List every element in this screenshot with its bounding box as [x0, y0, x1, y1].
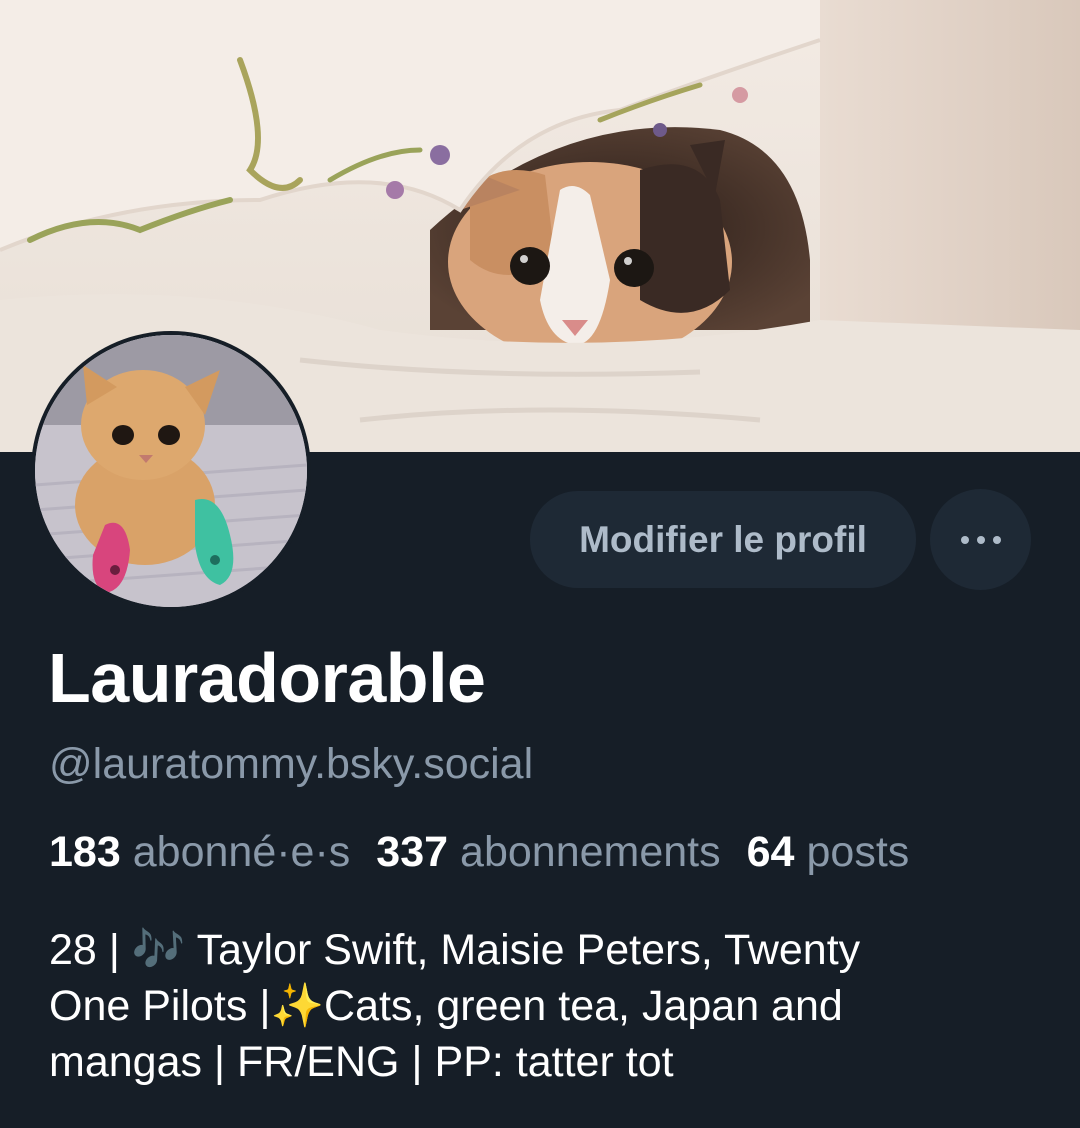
bio-line-1-suffix: Taylor Swift, Maisie Peters, Twenty — [185, 926, 861, 974]
display-name: Lauradorable — [48, 639, 486, 717]
posts-count: 64 — [746, 828, 795, 876]
edit-profile-label: Modifier le profil — [579, 518, 867, 560]
musical-notes-icon: 🎶 — [131, 926, 186, 974]
bio-line-2-prefix: One Pilots | — [49, 982, 271, 1030]
bio-line-2: One Pilots |✨Cats, green tea, Japan and — [49, 978, 1039, 1034]
following-stat[interactable]: 337 abonnements — [376, 828, 720, 877]
followers-stat[interactable]: 183 abonné·e·s — [49, 828, 350, 877]
bio-line-3: mangas | FR/ENG | PP: tatter tot — [49, 1038, 674, 1086]
more-options-button[interactable] — [930, 489, 1031, 590]
edit-profile-button[interactable]: Modifier le profil — [530, 491, 916, 588]
posts-stat: 64 posts — [747, 828, 910, 877]
profile-avatar[interactable] — [31, 331, 311, 611]
followers-label: abonné·e·s — [132, 828, 351, 876]
sparkles-icon: ✨ — [270, 982, 325, 1030]
bio-line-2-suffix: Cats, green tea, Japan and — [324, 982, 843, 1030]
profile-page: Modifier le profil Lauradorable @laurato… — [0, 0, 1080, 1128]
following-label: abonnements — [460, 828, 721, 876]
ellipsis-icon — [957, 535, 1005, 544]
profile-stats: 183 abonné·e·s 337 abonnements 64 posts — [49, 828, 935, 877]
bio-line-1: 28 | 🎶 Taylor Swift, Maisie Peters, Twen… — [49, 922, 1039, 978]
profile-bio: 28 | 🎶 Taylor Swift, Maisie Peters, Twen… — [49, 922, 1039, 1090]
bio-line-1-prefix: 28 | — [49, 926, 132, 974]
posts-label: posts — [806, 828, 910, 876]
avatar-image — [35, 335, 307, 607]
profile-handle: @lauratommy.bsky.social — [49, 740, 534, 788]
followers-count: 183 — [49, 828, 121, 876]
following-count: 337 — [376, 828, 449, 876]
